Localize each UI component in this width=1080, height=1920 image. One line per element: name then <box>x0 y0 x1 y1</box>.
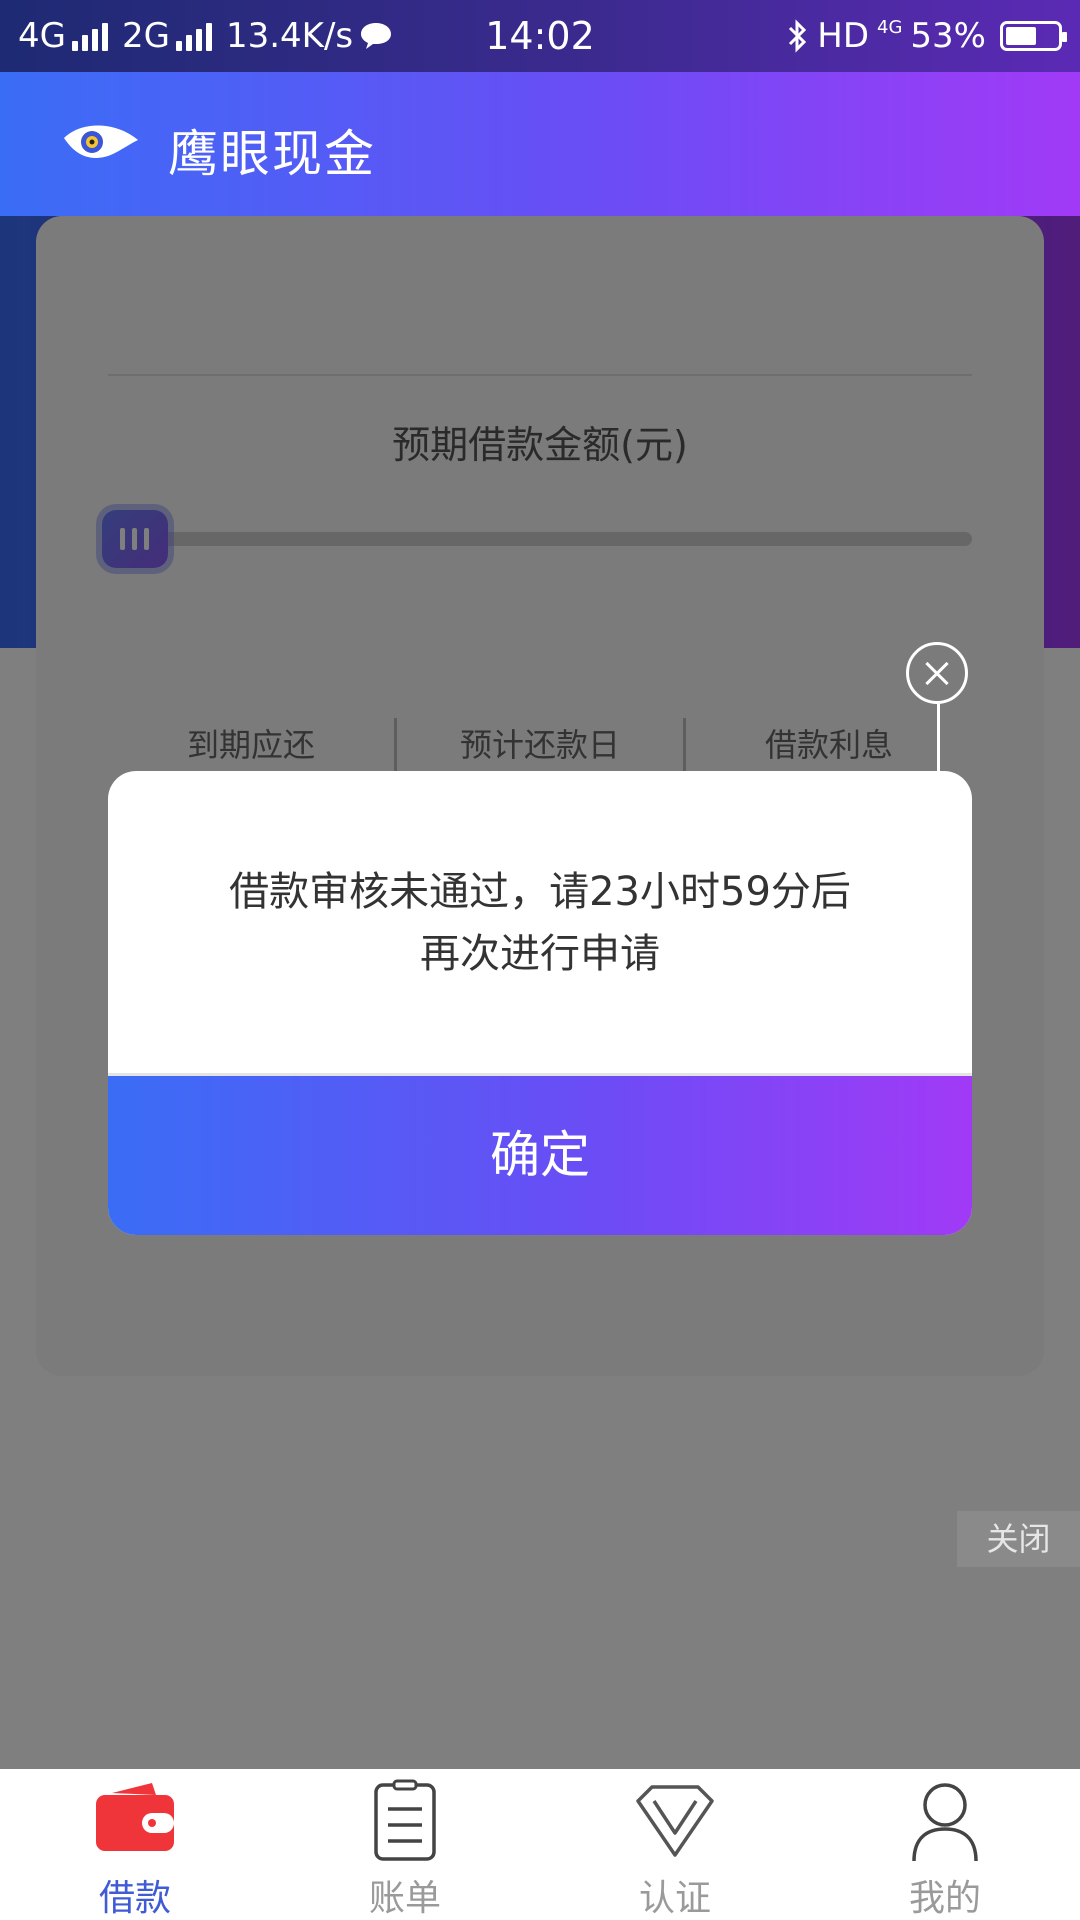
tab-label: 认证 <box>638 1878 711 1919</box>
dialog-message-line1: 借款审核未通过，请23小时59分后 <box>229 869 851 915</box>
battery-percent: 53% <box>910 16 986 56</box>
status-right: HD 4G 53% <box>787 16 1067 56</box>
tab-label: 借款 <box>98 1878 171 1919</box>
dialog-message-line2: 再次进行申请 <box>420 931 660 977</box>
tab-label: 我的 <box>908 1878 981 1919</box>
wallet-icon <box>96 1783 174 1851</box>
app-title: 鹰眼现金 <box>168 125 376 183</box>
review-dialog: 借款审核未通过，请23小时59分后 再次进行申请 确定 <box>108 771 972 1235</box>
app-header: 鹰眼现金 <box>0 72 1080 216</box>
tab-bar: 借款 账单 认证 我的 <box>0 1769 1080 1920</box>
tab-mine[interactable]: 我的 <box>810 1769 1080 1920</box>
tab-label: 账单 <box>368 1878 441 1919</box>
close-connector <box>937 704 940 774</box>
net-small-label: 4G <box>877 17 903 38</box>
hd-label: HD <box>817 16 870 56</box>
bill-icon <box>374 1779 436 1861</box>
bluetooth-icon <box>789 19 807 53</box>
close-icon[interactable] <box>906 642 968 704</box>
eye-logo-icon <box>64 125 138 158</box>
screen: 4G 2G 13.4K/s 14:02 HD 4G 53% 鹰眼现金 借款审核未… <box>0 0 1080 1920</box>
confirm-button[interactable]: 确定 <box>108 1073 972 1235</box>
status-bar: 4G 2G 13.4K/s 14:02 HD 4G 53% <box>0 0 1080 72</box>
dialog-message: 借款审核未通过，请23小时59分后 再次进行申请 <box>148 861 932 985</box>
tab-bill[interactable]: 账单 <box>270 1769 540 1920</box>
tab-verify[interactable]: 认证 <box>540 1769 810 1920</box>
diamond-icon <box>636 1785 714 1857</box>
side-close-button[interactable]: 关闭 <box>957 1511 1080 1567</box>
user-icon <box>912 1783 978 1862</box>
tab-loan[interactable]: 借款 <box>0 1769 270 1920</box>
battery-icon <box>1000 21 1067 51</box>
